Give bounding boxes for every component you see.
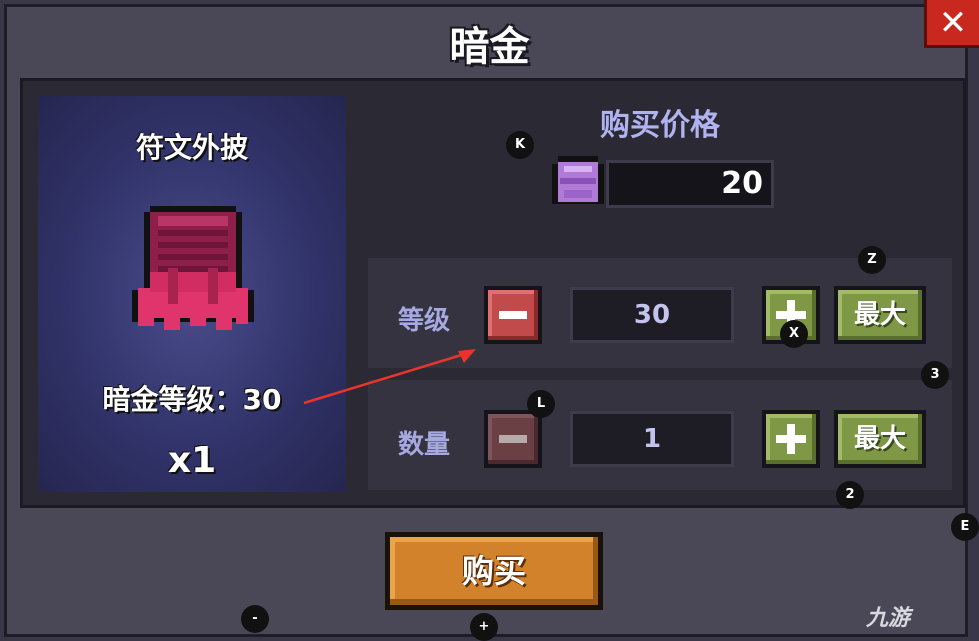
annotation-arrow-icon [303,349,476,405]
key-hint-e: E [951,513,979,541]
quantity-value: 1 [570,411,734,467]
rune-cloak-icon [132,206,254,330]
quantity-max-button[interactable]: 最大 [834,410,926,468]
level-max-button[interactable]: 最大 [834,286,926,344]
level-label: 等级 [398,306,451,336]
item-name: 符文外披 [135,131,248,164]
dialog-title: 暗金 [449,24,530,70]
key-hint-k: K [506,131,534,159]
level-value: 30 [570,287,734,343]
close-button[interactable]: ✕ [924,0,979,48]
item-count: x1 [167,440,217,481]
key-hint-minus: - [241,605,269,633]
key-hint-plus: + [470,613,498,641]
price-value: 20 [606,160,774,208]
key-hint-x: X [780,320,808,348]
key-hint-2: 2 [836,481,864,509]
key-hint-l: L [527,390,555,418]
price-title: 购买价格 [600,108,720,143]
key-hint-3: 3 [921,361,949,389]
plus-icon [776,424,806,454]
quantity-decrease-button[interactable] [484,410,542,468]
buy-button[interactable]: 购买 [385,532,603,610]
level-decrease-button[interactable] [484,286,542,344]
minus-icon [499,435,527,443]
watermark-text: 九游 [866,606,911,631]
purple-gem-icon [552,156,604,204]
watermark-logo: 九游 [866,600,976,640]
minus-icon [499,311,527,319]
key-hint-z: Z [858,246,886,274]
quantity-label: 数量 [398,430,451,460]
quantity-increase-button[interactable] [762,410,820,468]
close-icon: ✕ [938,2,968,43]
